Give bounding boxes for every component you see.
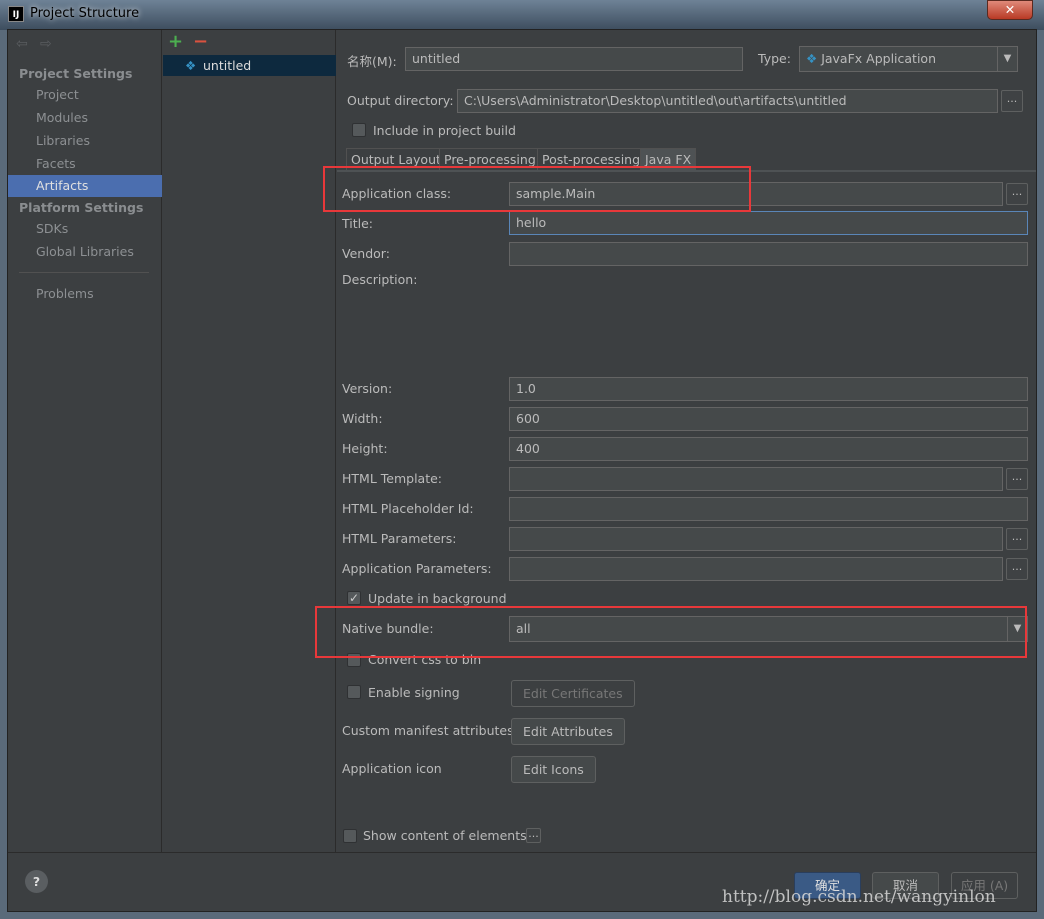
type-select[interactable]: ❖ JavaFx Application ▼ [799, 46, 1018, 72]
enable-signing-label: Enable signing [368, 685, 460, 700]
artifact-label: untitled [203, 58, 252, 73]
edit-icons-button[interactable]: Edit Icons [511, 756, 596, 783]
title-input[interactable]: hello [509, 211, 1028, 235]
intellij-app-icon: IJ [8, 6, 24, 22]
chevron-down-icon[interactable]: ▼ [997, 47, 1017, 71]
type-value: JavaFx Application [821, 51, 936, 66]
browse-output-button[interactable]: ... [1001, 90, 1023, 112]
version-input[interactable]: 1.0 [509, 377, 1028, 401]
html-template-input[interactable] [509, 467, 1003, 491]
close-button[interactable]: ✕ [987, 0, 1033, 20]
html-params-label: HTML Parameters: [342, 531, 457, 546]
app-icon-label: Application icon [342, 761, 442, 776]
title-bar [0, 0, 1044, 30]
html-params-input[interactable] [509, 527, 1003, 551]
include-build-label: Include in project build [373, 123, 516, 138]
add-icon[interactable]: + [168, 31, 183, 52]
browse-html-template-button[interactable]: ... [1006, 468, 1028, 490]
footer-divider [8, 852, 1036, 853]
output-dir-input[interactable]: C:\Users\Administrator\Desktop\untitled\… [457, 89, 998, 113]
sidebar-item-modules[interactable]: Modules [8, 107, 162, 129]
html-placeholder-input[interactable] [509, 497, 1028, 521]
browse-app-class-button[interactable]: ... [1006, 183, 1028, 205]
include-build-checkbox[interactable] [352, 123, 366, 137]
highlight-native-bundle [315, 606, 1027, 658]
manifest-label: Custom manifest attributes [342, 723, 514, 738]
update-bg-label: Update in background [368, 591, 507, 606]
sidebar-item-project[interactable]: Project [8, 84, 162, 106]
description-label: Description: [342, 272, 418, 287]
update-bg-checkbox[interactable]: ✓ [347, 591, 361, 605]
height-input[interactable]: 400 [509, 437, 1028, 461]
show-content-options-button[interactable]: ... [526, 828, 541, 843]
type-label: Type: [758, 51, 791, 66]
show-content-checkbox[interactable] [343, 829, 357, 843]
browse-html-params-button[interactable]: ... [1006, 528, 1028, 550]
output-dir-label: Output directory: [347, 93, 454, 108]
artifact-list [163, 30, 336, 852]
artifact-item-untitled[interactable]: ❖ untitled [163, 55, 336, 76]
section-platform-settings: Platform Settings [19, 200, 144, 215]
sidebar-item-sdks[interactable]: SDKs [8, 218, 162, 240]
help-button[interactable]: ? [25, 870, 48, 893]
width-input[interactable]: 600 [509, 407, 1028, 431]
html-placeholder-label: HTML Placeholder Id: [342, 501, 474, 516]
edit-attributes-button[interactable]: Edit Attributes [511, 718, 625, 745]
forward-arrow-icon[interactable]: ⇨ [40, 36, 52, 52]
remove-icon[interactable]: − [193, 31, 208, 52]
sidebar-item-facets[interactable]: Facets [8, 153, 162, 175]
sidebar-item-libraries[interactable]: Libraries [8, 130, 162, 152]
app-params-label: Application Parameters: [342, 561, 492, 576]
sidebar-item-problems[interactable]: Problems [8, 283, 162, 305]
html-template-label: HTML Template: [342, 471, 443, 486]
vendor-label: Vendor: [342, 246, 390, 261]
name-label: 名称(M): [347, 54, 397, 69]
edit-certificates-button[interactable]: Edit Certificates [511, 680, 635, 707]
back-arrow-icon[interactable]: ⇦ [16, 36, 28, 52]
width-label: Width: [342, 411, 383, 426]
vendor-input[interactable] [509, 242, 1028, 266]
enable-signing-checkbox[interactable] [347, 685, 361, 699]
sidebar-item-artifacts[interactable]: Artifacts [8, 175, 162, 197]
watermark: http://blog.csdn.net/wangyinlon [722, 887, 996, 907]
show-content-label: Show content of elements [363, 828, 527, 843]
height-label: Height: [342, 441, 388, 456]
name-input[interactable]: untitled [405, 47, 743, 71]
browse-app-params-button[interactable]: ... [1006, 558, 1028, 580]
section-project-settings: Project Settings [19, 66, 133, 81]
title-label: Title: [342, 216, 373, 231]
version-label: Version: [342, 381, 393, 396]
sidebar-divider [19, 272, 149, 273]
sidebar-item-global-libraries[interactable]: Global Libraries [8, 241, 162, 263]
highlight-app-class [323, 166, 751, 212]
app-params-input[interactable] [509, 557, 1003, 581]
window-title: Project Structure [30, 6, 140, 21]
javafx-diamond-icon: ❖ [185, 58, 197, 73]
javafx-diamond-icon: ❖ [806, 51, 822, 66]
